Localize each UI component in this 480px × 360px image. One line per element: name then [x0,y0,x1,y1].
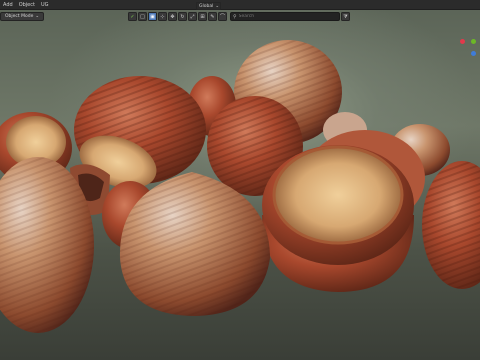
gizmo-x-axis[interactable] [460,39,465,44]
select-box-icon[interactable]: □ [138,12,147,21]
chevron-down-icon: ⌄ [35,14,40,19]
3d-viewport[interactable] [0,0,480,360]
search-box[interactable]: ⚲ [230,12,340,21]
measure-icon[interactable]: ⌒ [218,12,227,21]
cursor-icon[interactable]: ⊹ [158,12,167,21]
move-icon[interactable]: ✥ [168,12,177,21]
annotate-icon[interactable]: ✎ [208,12,217,21]
search-icon: ⚲ [233,13,237,20]
scale-icon[interactable]: ⤢ [188,12,197,21]
select-mode-icon[interactable]: ▣ [148,12,157,21]
transform-orientation-dropdown[interactable]: Global ⌄ [196,2,222,10]
viewport-header: Add Object UG [0,0,480,10]
object-mode-dropdown[interactable]: Object Mode ⌄ [0,12,45,21]
navigation-gizmo[interactable] [456,28,480,60]
menu-add[interactable]: Add [3,0,13,10]
chevron-down-icon: ⌄ [215,3,220,9]
menu-ug[interactable]: UG [41,0,49,10]
menu-object[interactable]: Object [19,0,35,10]
gizmo-y-axis[interactable] [471,39,476,44]
gizmo-z-axis[interactable] [471,51,476,56]
transform-icon[interactable]: ⊞ [198,12,207,21]
viewport-toolbar: ✓ □ ▣ ⊹ ✥ ↻ ⤢ ⊞ ✎ ⌒ ⚲ ⧩ [128,11,350,22]
filter-icon[interactable]: ⧩ [341,12,350,21]
hazelnut-render [0,40,480,333]
search-input[interactable] [238,13,339,20]
rotate-icon[interactable]: ↻ [178,12,187,21]
checkmark-icon[interactable]: ✓ [128,12,137,21]
orientation-label: Global [199,3,214,9]
mode-label: Object Mode [5,14,34,19]
